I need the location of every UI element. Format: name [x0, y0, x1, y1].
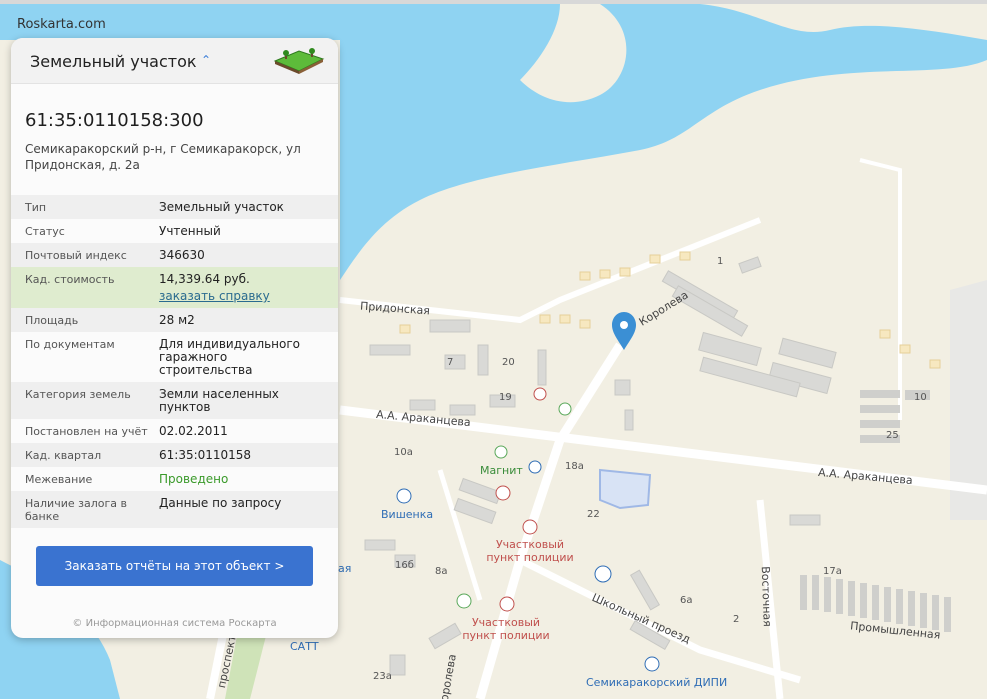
property-label: По документам [25, 338, 115, 351]
property-value: Проведено [159, 472, 229, 486]
properties-table: Тип Земельный участок Статус Учтенный По… [11, 195, 338, 528]
house-number: 22 [587, 509, 600, 520]
site-brand[interactable]: Roskarta.com [17, 17, 106, 32]
house-number: 20 [502, 357, 515, 368]
property-value: Учтенный [159, 224, 221, 238]
property-value: Для индивидуального гаражного строительс… [159, 337, 301, 377]
object-address: Семикаракорский р-н, г Семикаракорск, ул… [25, 142, 301, 172]
property-value: 02.02.2011 [159, 424, 228, 438]
table-row: Площадь 28 м2 [11, 308, 338, 332]
poi-police-2[interactable]: Участковый пункт полиции [456, 616, 556, 642]
property-label: Статус [25, 225, 65, 238]
property-value: 346630 [159, 248, 205, 262]
house-number: 7 [447, 357, 454, 368]
house-number: 10а [394, 447, 413, 458]
poi-edge-label[interactable]: ая [338, 562, 351, 575]
house-number: 1 [717, 256, 724, 267]
property-label: Наличие залога в банке [25, 497, 127, 523]
land-plot-icon [273, 48, 325, 74]
order-reports-button[interactable]: Заказать отчёты на этот объект > [36, 546, 313, 586]
property-label: Категория земель [25, 388, 131, 401]
panel-footer: © Информационная система Роскарта [72, 618, 277, 629]
cadastral-number: 61:35:0110158:300 [25, 110, 204, 131]
order-certificate-link[interactable]: заказать справку [159, 290, 324, 303]
house-number: 18а [565, 461, 584, 472]
property-value-group: 14,339.64 руб. заказать справку [159, 273, 324, 303]
table-row: Статус Учтенный [11, 219, 338, 243]
house-number: 25 [886, 430, 899, 441]
table-row: Тип Земельный участок [11, 195, 338, 219]
poi-dipi[interactable]: Семикаракорский ДИПИ [586, 676, 727, 689]
table-row: Кад. стоимость 14,339.64 руб. заказать с… [11, 267, 338, 308]
table-row: Почтовый индекс 346630 [11, 243, 338, 267]
property-value: Данные по запросу [159, 496, 282, 510]
table-row: Постановлен на учёт 02.02.2011 [11, 419, 338, 443]
house-number: 23а [373, 671, 392, 682]
table-row: Категория земель Земли населенных пункто… [11, 382, 338, 419]
house-number: 19 [499, 392, 512, 403]
object-info-panel: Земельный участок ⌃ 61:35:0110158:300 Се… [11, 38, 338, 638]
table-row: По документам Для индивидуального гаражн… [11, 332, 338, 382]
property-label: Кад. квартал [25, 449, 102, 462]
property-label: Площадь [25, 314, 79, 327]
property-value: 14,339.64 руб. [159, 272, 250, 286]
poi-satt[interactable]: САТТ [290, 640, 319, 653]
house-number: 17а [823, 566, 842, 577]
house-number: 10 [914, 392, 927, 403]
poi-police-1[interactable]: Участковый пункт полиции [480, 538, 580, 564]
house-number: 2 [733, 614, 740, 625]
table-row: Наличие залога в банке Данные по запросу [11, 491, 338, 528]
house-number: 6а [680, 595, 693, 606]
property-value: 28 м2 [159, 313, 195, 327]
house-number: 16б [395, 560, 414, 571]
property-label: Почтовый индекс [25, 249, 127, 262]
panel-title[interactable]: Земельный участок [30, 52, 197, 71]
property-label: Постановлен на учёт [25, 425, 148, 438]
chevron-up-icon[interactable]: ⌃ [201, 53, 211, 67]
street-label-vostochnaya: Восточная [758, 566, 774, 627]
panel-header[interactable]: Земельный участок ⌃ [11, 38, 338, 84]
poi-magnit[interactable]: Магнит [480, 464, 523, 477]
property-value: Земельный участок [159, 200, 284, 214]
poi-vishenka[interactable]: Вишенка [381, 508, 433, 521]
house-number: 8а [435, 566, 448, 577]
property-label: Кад. стоимость [25, 273, 115, 286]
property-label: Межевание [25, 473, 93, 486]
property-value: 61:35:0110158 [159, 448, 252, 462]
property-value: Земли населенных пунктов [159, 387, 279, 414]
table-row: Межевание Проведено [11, 467, 338, 491]
table-row: Кад. квартал 61:35:0110158 [11, 443, 338, 467]
property-label: Тип [25, 201, 47, 214]
